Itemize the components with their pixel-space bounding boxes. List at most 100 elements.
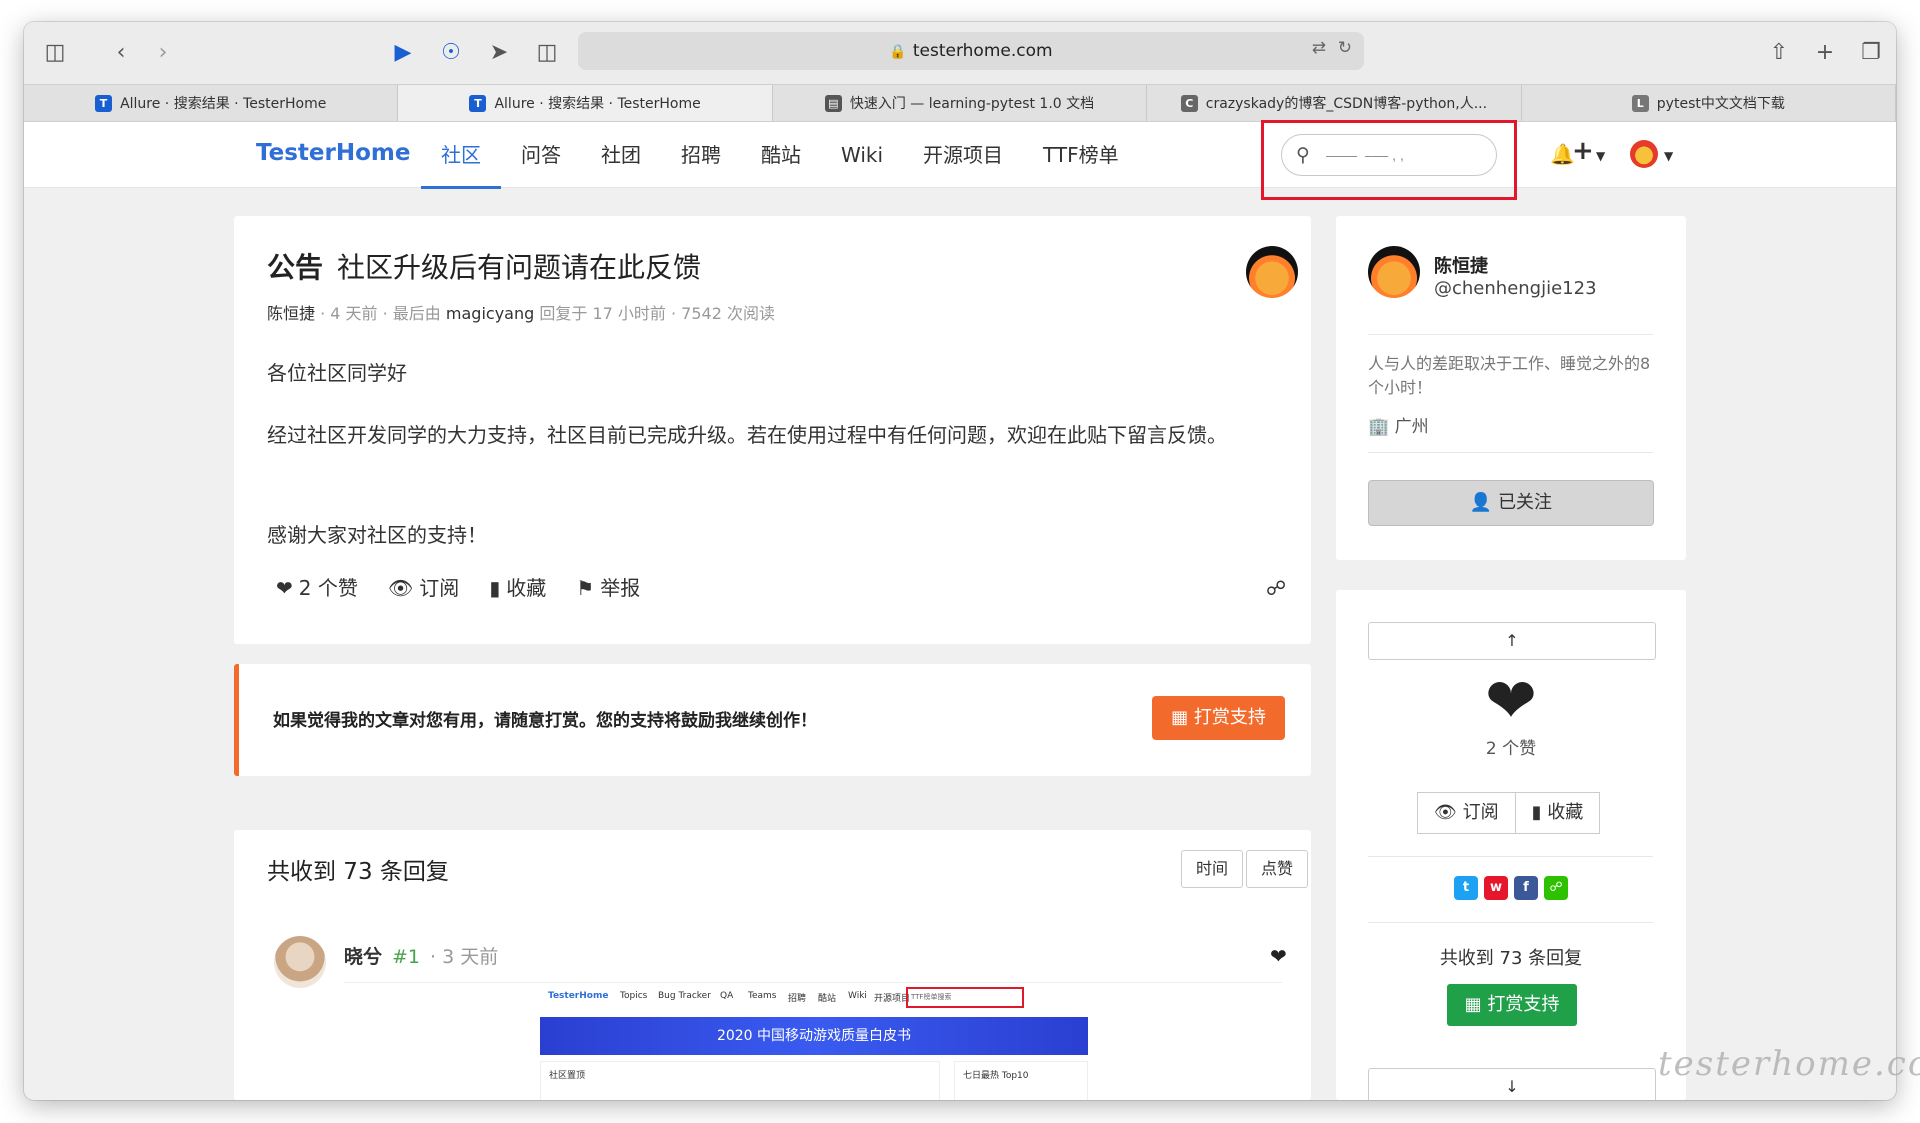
extension-shield-icon[interactable]: ◫ [532, 39, 562, 67]
browser-tab[interactable]: T Allure · 搜索结果 · TesterHome [24, 85, 399, 121]
extension-play-icon[interactable]: ▶ [388, 39, 418, 67]
reward-card: 如果觉得我的文章对您有用，请随意打赏。您的支持将鼓励我继续创作！ ▦ 打赏支持 [234, 664, 1311, 776]
nav-item-opensource[interactable]: 开源项目 [903, 122, 1023, 188]
embed-nav-item: 酷站 [818, 994, 837, 1004]
twitter-icon[interactable]: t [1454, 876, 1478, 900]
search-input[interactable] [1326, 144, 1482, 166]
sidebar-reward-button[interactable]: ▦ 打赏支持 [1447, 984, 1577, 1026]
sidebar-button-group: 👁 订阅 ▮ 收藏 [1417, 792, 1601, 834]
followed-button[interactable]: 👤 已关注 [1368, 480, 1654, 526]
sort-by-likes-button[interactable]: 点赞 [1246, 850, 1309, 888]
share-icon[interactable]: ⇧ [1764, 39, 1794, 67]
reply-floor[interactable]: #1 [392, 946, 420, 968]
nav-item-community[interactable]: 社区 [421, 122, 501, 189]
user-avatar[interactable] [1630, 140, 1658, 168]
reply-like-icon[interactable]: ❤ [1270, 944, 1287, 968]
profile-avatar[interactable] [1368, 246, 1420, 298]
c-icon: C [1180, 94, 1198, 112]
replies-card: 共收到 73 条回复 时间 点赞 晓兮 #1 · 3 天前 ❤ TesterHom… [234, 830, 1311, 1100]
chevron-down-icon[interactable]: ▼ [1664, 149, 1673, 163]
subscribe-label: 订阅 [419, 576, 460, 600]
favorite-button[interactable]: ▮ 收藏 [489, 572, 546, 601]
embed-banner: 2020 中国移动游戏质量白皮书 [540, 1017, 1088, 1055]
subscribe-button[interactable]: 👁 订阅 [388, 572, 459, 601]
report-button[interactable]: ⚑ 举报 [576, 572, 640, 601]
main-nav: 社区 问答 社团 招聘 酷站 Wiki 开源项目 TTF榜单 [421, 122, 1139, 189]
forward-icon[interactable]: › [148, 39, 178, 67]
site-logo[interactable]: TesterHome [256, 140, 410, 166]
shield-icon: T [95, 94, 113, 112]
doc-icon: ▤ [824, 94, 842, 112]
tab-title: pytest中文文档下载 [1656, 96, 1785, 112]
last-replier[interactable]: magicyang [446, 304, 534, 323]
browser-tab-active[interactable]: T Allure · 搜索结果 · TesterHome [398, 85, 773, 121]
post-actions-sidebar: ↑ ❤ 2 个赞 👁 订阅 ▮ 收藏 t w f ☍ 共收到 73 条回复 ▦ … [1336, 590, 1686, 1100]
sidebar-toggle-icon[interactable]: ◫ [40, 39, 70, 67]
reply-author[interactable]: 晓兮 [344, 942, 382, 969]
like-label: 2 个赞 [298, 576, 358, 600]
nav-item-teams[interactable]: 社团 [581, 122, 661, 188]
location-text: 广州 [1394, 417, 1429, 437]
browser-tab[interactable]: Ccrazyskady的博客_CSDN博客-python,人... [1147, 85, 1522, 121]
back-icon[interactable]: ‹ [106, 39, 136, 67]
watermark: testerhome.com [1658, 1044, 1920, 1084]
browser-window: ◫ ‹ › ▶ ☉ ➤ ◫ 🔒 testerhome.com ⇄ ↻ ⇧ + ❐ … [24, 22, 1896, 1100]
search-box[interactable]: ⚲ [1281, 134, 1497, 176]
browser-tab[interactable]: Lpytest中文文档下载 [1522, 85, 1896, 121]
qr-icon: ▦ [1464, 994, 1488, 1015]
sidebar-subscribe-button[interactable]: 👁 订阅 [1417, 792, 1516, 834]
embed-nav-item: Bug Tracker [658, 991, 711, 1001]
divider [1368, 334, 1653, 335]
translate-icon[interactable]: ⇄ [1312, 38, 1326, 58]
replies-header: 共收到 73 条回复 [267, 859, 449, 885]
sort-by-time-button[interactable]: 时间 [1181, 850, 1244, 888]
address-url: testerhome.com [912, 41, 1053, 61]
tab-title: Allure · 搜索结果 · TesterHome [120, 96, 327, 112]
address-bar[interactable]: 🔒 testerhome.com ⇄ ↻ [578, 32, 1364, 70]
reward-button-label: 打赏支持 [1193, 707, 1266, 728]
like-button[interactable]: ❤ 2 个赞 [276, 572, 358, 601]
chevron-down-icon[interactable]: ▼ [1596, 149, 1605, 163]
extension-1password-icon[interactable]: ☉ [436, 39, 466, 67]
embed-nav-item: Wiki [848, 991, 867, 1001]
tab-strip: T Allure · 搜索结果 · TesterHome T Allure · 搜索… [24, 84, 1896, 122]
nav-item-wiki[interactable]: Wiki [821, 122, 903, 188]
post-author[interactable]: 陈恒捷 [267, 304, 315, 323]
sidebar-favorite-button[interactable]: ▮ 收藏 [1515, 792, 1601, 834]
tab-overview-icon[interactable]: ❐ [1856, 39, 1886, 67]
new-tab-icon[interactable]: + [1810, 39, 1840, 67]
big-heart-icon[interactable]: ❤ [1336, 670, 1686, 732]
nav-item-qa[interactable]: 问答 [501, 122, 581, 188]
wechat-icon[interactable]: ☍ [1266, 576, 1286, 600]
reward-button[interactable]: ▦ 打赏支持 [1152, 696, 1285, 740]
sidebar-reply-count: 共收到 73 条回复 [1439, 948, 1583, 969]
profile-login[interactable]: @chenhengjie123 [1434, 278, 1597, 299]
l-icon: L [1631, 94, 1649, 112]
nav-item-ttf[interactable]: TTF榜单 [1023, 122, 1139, 188]
tab-title: crazyskady的博客_CSDN博客-python,人... [1205, 96, 1488, 112]
subscribe-label: 订阅 [1462, 802, 1499, 823]
flag-icon: ⚑ [576, 576, 595, 600]
report-label: 举报 [600, 576, 641, 600]
nav-item-jobs[interactable]: 招聘 [661, 122, 741, 188]
browser-tab[interactable]: ▤ 快速入门 — learning-pytest 1.0 文档 [773, 85, 1148, 121]
profile-name[interactable]: 陈恒捷 [1434, 252, 1488, 278]
scroll-top-button[interactable]: ↑ [1368, 622, 1656, 660]
plus-menu-icon[interactable]: + [1572, 136, 1594, 166]
author-avatar[interactable] [1246, 246, 1298, 298]
post-title-text: 社区升级后有问题请在此反馈 [337, 251, 702, 284]
tab-title: Allure · 搜索结果 · TesterHome [494, 96, 701, 112]
post-actions: ❤ 2 个赞 👁 订阅 ▮ 收藏 ⚑ 举报 [276, 572, 640, 601]
scroll-bottom-button[interactable]: ↓ [1368, 1068, 1656, 1100]
facebook-icon[interactable]: f [1514, 876, 1538, 900]
wechat-share-icon[interactable]: ☍ [1544, 876, 1568, 900]
reload-icon[interactable]: ↻ [1338, 38, 1352, 58]
embed-pinned: 社区置顶 [540, 1061, 940, 1100]
post-title: 公告 社区升级后有问题请在此反馈 [267, 246, 701, 286]
nav-item-sites[interactable]: 酷站 [741, 122, 821, 188]
reply-avatar[interactable] [274, 936, 326, 988]
bookmark-icon: ▮ [1531, 802, 1548, 823]
extension-flag-icon[interactable]: ➤ [484, 39, 514, 67]
weibo-icon[interactable]: w [1484, 876, 1508, 900]
qr-icon: ▦ [1171, 707, 1194, 728]
